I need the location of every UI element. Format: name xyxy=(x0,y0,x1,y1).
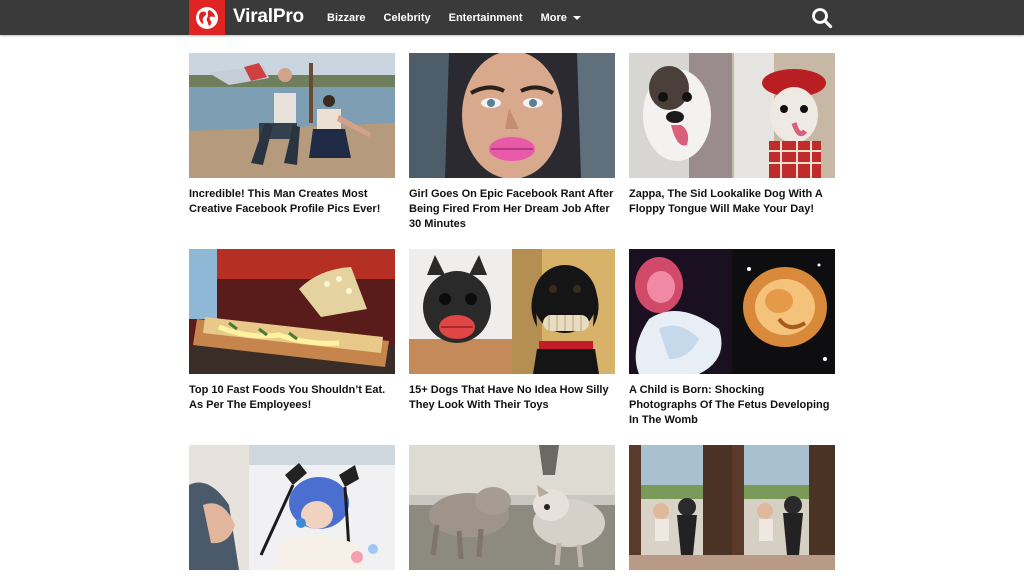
article-card[interactable] xyxy=(189,445,395,579)
article-thumbnail[interactable] xyxy=(189,53,395,178)
article-title[interactable]: Incredible! This Man Creates Most Creati… xyxy=(189,187,395,217)
article-card[interactable]: A Child is Born: Shocking Photographs Of… xyxy=(629,249,835,428)
search-button[interactable] xyxy=(810,6,834,30)
article-card[interactable] xyxy=(629,445,835,579)
article-thumbnail[interactable] xyxy=(189,249,395,374)
main-nav: Bizzare Celebrity Entertainment More xyxy=(327,0,599,35)
nav-item-bizzare[interactable]: Bizzare xyxy=(327,12,366,24)
globe-icon xyxy=(196,6,218,29)
article-image xyxy=(629,53,835,178)
article-thumbnail[interactable] xyxy=(409,249,615,374)
article-card[interactable]: 15+ Dogs That Have No Idea How Silly The… xyxy=(409,249,615,413)
nav-item-label: More xyxy=(540,11,567,24)
chevron-down-icon xyxy=(572,16,581,20)
article-image xyxy=(409,249,615,374)
article-image xyxy=(189,445,395,570)
nav-item-label: Celebrity xyxy=(383,11,431,24)
article-image xyxy=(409,445,615,570)
site-logo[interactable] xyxy=(189,0,225,35)
article-title[interactable]: Zappa, The Sid Lookalike Dog With A Flop… xyxy=(629,187,835,217)
article-title[interactable]: Girl Goes On Epic Facebook Rant After Be… xyxy=(409,187,615,232)
article-thumbnail[interactable] xyxy=(409,53,615,178)
article-image xyxy=(189,249,395,374)
article-title[interactable]: Top 10 Fast Foods You Shouldn’t Eat. As … xyxy=(189,383,395,413)
nav-item-label: Bizzare xyxy=(327,11,366,24)
article-thumbnail[interactable] xyxy=(629,249,835,374)
nav-item-label: Entertainment xyxy=(448,11,523,24)
nav-item-more[interactable]: More xyxy=(541,12,581,24)
article-card[interactable]: Incredible! This Man Creates Most Creati… xyxy=(189,53,395,217)
top-navigation-bar: ViralPro Bizzare Celebrity Entertainment… xyxy=(0,0,1024,35)
article-card[interactable]: Zappa, The Sid Lookalike Dog With A Flop… xyxy=(629,53,835,217)
article-thumbnail[interactable] xyxy=(409,445,615,570)
brand-name[interactable]: ViralPro xyxy=(233,5,304,29)
search-icon xyxy=(812,8,833,29)
article-thumbnail[interactable] xyxy=(189,445,395,570)
article-card[interactable]: Girl Goes On Epic Facebook Rant After Be… xyxy=(409,53,615,232)
nav-item-celebrity[interactable]: Celebrity xyxy=(384,12,431,24)
article-card[interactable] xyxy=(409,445,615,579)
article-image xyxy=(189,53,395,178)
nav-item-entertainment[interactable]: Entertainment xyxy=(449,12,523,24)
article-thumbnail[interactable] xyxy=(629,53,835,178)
article-title[interactable]: 15+ Dogs That Have No Idea How Silly The… xyxy=(409,383,615,413)
article-thumbnail[interactable] xyxy=(629,445,835,570)
article-image xyxy=(629,249,835,374)
article-card[interactable]: Top 10 Fast Foods You Shouldn’t Eat. As … xyxy=(189,249,395,413)
article-title[interactable]: A Child is Born: Shocking Photographs Of… xyxy=(629,383,835,428)
article-image xyxy=(629,445,835,570)
article-image xyxy=(409,53,615,178)
